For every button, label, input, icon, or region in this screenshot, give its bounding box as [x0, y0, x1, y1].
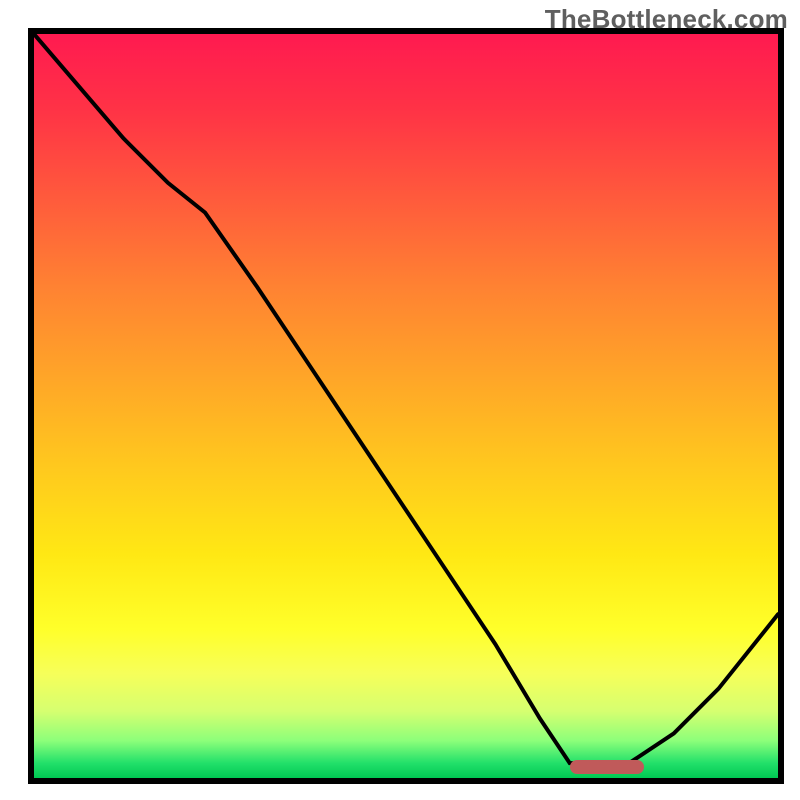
optimum-marker	[570, 760, 644, 774]
chart-container: TheBottleneck.com	[0, 0, 800, 800]
curve-path	[34, 34, 778, 763]
bottleneck-curve	[34, 34, 778, 778]
watermark-text: TheBottleneck.com	[545, 4, 788, 35]
plot-frame	[28, 28, 784, 784]
